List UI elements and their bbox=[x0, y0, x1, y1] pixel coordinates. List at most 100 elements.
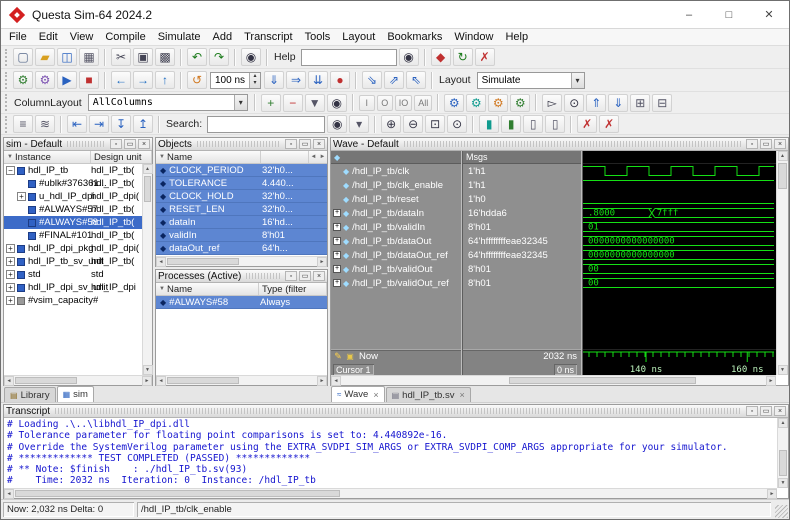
undo-icon[interactable]: ↶ bbox=[187, 48, 207, 66]
tree-expander-icon[interactable]: + bbox=[17, 192, 26, 201]
tab-hdl-ip-tb-sv[interactable]: ▤hdl_IP_tb.sv× bbox=[386, 387, 471, 402]
tree-row[interactable]: +stdstd bbox=[4, 268, 142, 281]
run-length-spinner[interactable]: 100 ns▴ ▾ bbox=[210, 72, 261, 89]
minimize-button[interactable]: – bbox=[669, 1, 709, 28]
wave-signal-row[interactable]: +◆/hdl_IP_tb/validIn bbox=[331, 220, 461, 234]
save-icon[interactable]: ◫ bbox=[57, 48, 77, 66]
column-scroll-left-icon[interactable]: ◄ bbox=[309, 151, 318, 163]
objects-dock-button[interactable]: ▫ bbox=[285, 139, 297, 149]
sim-maximize-button[interactable]: ▭ bbox=[124, 139, 136, 149]
wave-plot-area[interactable]: .80007fff0100000000000000000000000000000… bbox=[583, 151, 776, 375]
column-type[interactable]: Type (filter bbox=[259, 283, 327, 295]
move-up-icon[interactable]: ⇑ bbox=[586, 94, 606, 112]
menu-edit[interactable]: Edit bbox=[33, 31, 64, 43]
processes-dock-button[interactable]: ▫ bbox=[285, 271, 297, 281]
menu-add[interactable]: Add bbox=[207, 31, 239, 43]
wave-close-button[interactable]: × bbox=[774, 139, 786, 149]
env-forward-icon[interactable]: → bbox=[133, 71, 153, 89]
edit-cursor-icon[interactable] bbox=[333, 352, 343, 362]
objects-column-headers[interactable]: ▼Name ◄ ► bbox=[156, 151, 327, 164]
tree-row[interactable]: +hdl_IP_dpi_pkghdl_IP_dpi( bbox=[4, 242, 142, 255]
processes-horizontal-scrollbar[interactable] bbox=[156, 375, 327, 385]
sim-dock-button[interactable]: ▫ bbox=[110, 139, 122, 149]
column-name[interactable]: ▼Name bbox=[156, 151, 261, 163]
wave-expander-icon[interactable]: + bbox=[333, 279, 341, 287]
new-file-icon[interactable]: ▢ bbox=[13, 48, 33, 66]
prev-falling-icon[interactable]: ↧ bbox=[111, 115, 131, 133]
help-search-icon[interactable]: ◉ bbox=[399, 48, 419, 66]
wave-expander-icon[interactable]: + bbox=[333, 223, 341, 231]
sim-close-button[interactable]: × bbox=[138, 139, 150, 149]
next-rising-icon[interactable]: ↥ bbox=[133, 115, 153, 133]
processes-maximize-button[interactable]: ▭ bbox=[299, 271, 311, 281]
tree-expander-icon[interactable]: + bbox=[6, 270, 15, 279]
scroll-left-icon[interactable] bbox=[156, 376, 166, 386]
delete-all-icon[interactable]: ✗ bbox=[599, 115, 619, 133]
menu-tools[interactable]: Tools bbox=[299, 31, 337, 43]
search-options-icon[interactable]: ▾ bbox=[349, 115, 369, 133]
toolbar-drag-handle[interactable] bbox=[5, 94, 8, 111]
break-icon[interactable]: ■ bbox=[79, 71, 99, 89]
transcript-panel-header[interactable]: Transcript ▫ ▭ × bbox=[4, 405, 788, 418]
close-tab-icon[interactable]: × bbox=[459, 390, 464, 400]
step-out-icon[interactable]: ⇖ bbox=[406, 71, 426, 89]
scroll-right-icon[interactable] bbox=[317, 376, 327, 386]
resize-grip[interactable] bbox=[775, 505, 788, 518]
column-instance[interactable]: ▼Instance bbox=[4, 151, 91, 163]
objects-row[interactable]: ◆RESET_LEN32'h0... bbox=[156, 203, 327, 216]
scroll-right-icon[interactable] bbox=[767, 489, 777, 499]
open-folder-icon[interactable]: ▰ bbox=[35, 48, 55, 66]
wave-expander-icon[interactable]: + bbox=[333, 251, 341, 259]
env-back-icon[interactable]: ← bbox=[111, 71, 131, 89]
panel-drag-grip[interactable] bbox=[404, 141, 741, 147]
tree-expander-icon[interactable]: + bbox=[6, 283, 15, 292]
zoom-in-icon[interactable]: ⊕ bbox=[381, 115, 401, 133]
scroll-down-icon[interactable] bbox=[143, 365, 153, 375]
run-all-icon[interactable]: ⇊ bbox=[308, 71, 328, 89]
wave-cursor-row[interactable]: Cursor 1 bbox=[331, 363, 461, 375]
panel-drag-grip[interactable] bbox=[246, 273, 280, 279]
scroll-right-icon[interactable] bbox=[317, 257, 327, 267]
maximize-button[interactable]: □ bbox=[709, 1, 749, 28]
wave-config-icon[interactable]: ⚙ bbox=[444, 94, 464, 112]
column-scroll-right-icon[interactable]: ► bbox=[318, 151, 327, 163]
spinner-arrows-icon[interactable]: ▴ ▾ bbox=[249, 73, 260, 88]
close-button[interactable]: ✕ bbox=[749, 1, 789, 28]
column-value[interactable] bbox=[261, 151, 309, 163]
remove-column-icon[interactable]: − bbox=[283, 94, 303, 112]
menu-layout[interactable]: Layout bbox=[336, 31, 381, 43]
transcript-dock-button[interactable]: ▫ bbox=[746, 406, 758, 416]
menu-simulate[interactable]: Simulate bbox=[152, 31, 207, 43]
wave-cursor-value[interactable]: 0 ns bbox=[554, 364, 577, 375]
scroll-down-icon[interactable] bbox=[778, 478, 788, 488]
tree-row[interactable]: +hdl_IP_dpi_sv_unithdl_IP_dpi bbox=[4, 281, 142, 294]
tree-row[interactable]: #FINAL#101hdl_IP_tb( bbox=[4, 229, 142, 242]
format-logic-icon[interactable]: ▮ bbox=[501, 115, 521, 133]
menu-file[interactable]: File bbox=[3, 31, 33, 43]
collapse-all-icon[interactable]: ⊟ bbox=[652, 94, 672, 112]
zoom-out-icon[interactable]: ⊖ bbox=[403, 115, 423, 133]
panel-drag-grip[interactable] bbox=[197, 141, 280, 147]
scroll-up-icon[interactable] bbox=[143, 164, 153, 174]
group-icon[interactable]: ≡ bbox=[13, 115, 33, 133]
scrollbar-thumb[interactable] bbox=[167, 258, 239, 265]
prev-transition-icon[interactable]: ⇤ bbox=[67, 115, 87, 133]
scroll-up-icon[interactable] bbox=[778, 418, 788, 428]
wave-signal-row[interactable]: +◆/hdl_IP_tb/validOut_ref bbox=[331, 276, 461, 290]
objects-panel-header[interactable]: Objects ▫ ▭ × bbox=[156, 138, 327, 151]
menu-transcript[interactable]: Transcript bbox=[238, 31, 299, 43]
scroll-up-icon[interactable] bbox=[778, 151, 788, 161]
scrollbar-thumb[interactable] bbox=[779, 450, 787, 476]
wave-signal-row[interactable]: +◆/hdl_IP_tb/dataIn bbox=[331, 206, 461, 220]
wave-timeline[interactable]: 140 ns160 ns bbox=[583, 349, 776, 375]
columnlayout-combo[interactable]: AllColumns▾ bbox=[88, 94, 248, 111]
filter-all-button[interactable]: All bbox=[414, 95, 432, 111]
paste-icon[interactable]: ▩ bbox=[155, 48, 175, 66]
continue-run-icon[interactable]: ⇒ bbox=[286, 71, 306, 89]
scroll-right-icon[interactable] bbox=[142, 376, 152, 386]
wave-signal-row[interactable]: ◆/hdl_IP_tb/clk bbox=[331, 164, 461, 178]
sim-vertical-scrollbar[interactable] bbox=[142, 164, 152, 375]
bookmark-icon[interactable]: ◆ bbox=[431, 48, 451, 66]
tab-wave[interactable]: ≈Wave× bbox=[331, 386, 385, 402]
wave-signal-row[interactable]: ◆/hdl_IP_tb/reset bbox=[331, 192, 461, 206]
